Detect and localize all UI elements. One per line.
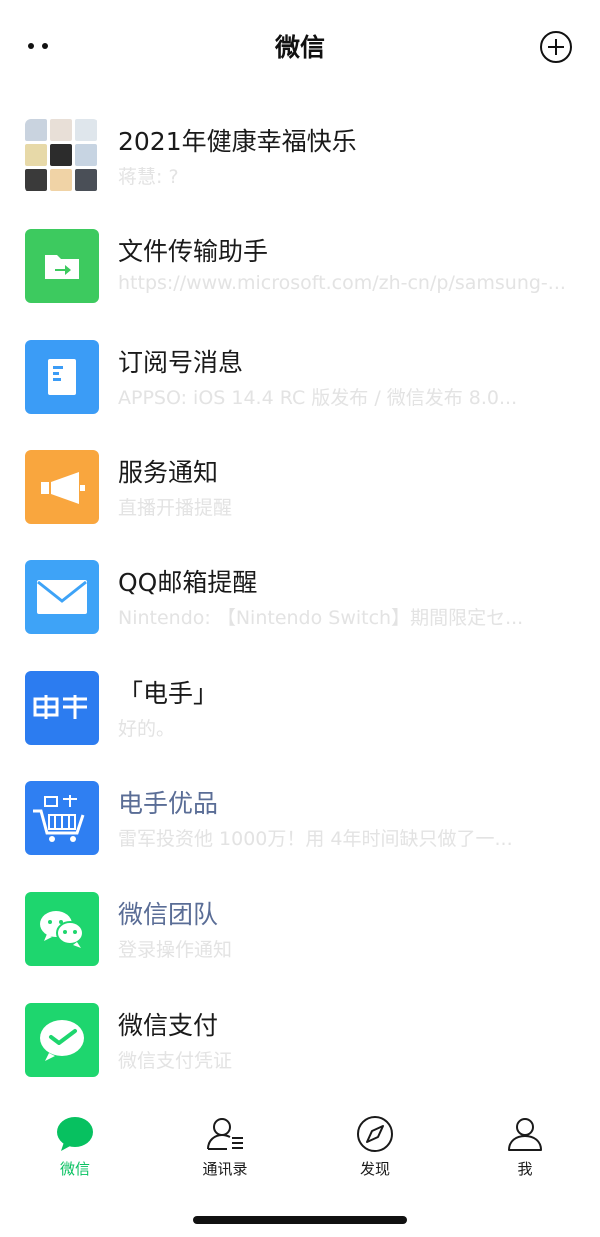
- page-title: 微信: [274, 33, 325, 62]
- wechat-logo: [25, 892, 99, 966]
- dianshou-cart-logo: [25, 781, 99, 855]
- chat-preview: 登录操作通知: [118, 939, 233, 961]
- megaphone-icon: [25, 450, 99, 524]
- chat-name: 微信团队: [118, 900, 219, 929]
- tab-chats[interactable]: 微信: [0, 1106, 150, 1190]
- dianshou-logo: [25, 671, 99, 745]
- chat-row-dianshou[interactable]: 「电手」 好的。: [0, 652, 600, 762]
- chat-row-wechat-team[interactable]: 微信团队 登录操作通知: [0, 873, 600, 983]
- bottom-tab-bar: 微信 通讯录 发现 我: [0, 1106, 600, 1190]
- chat-preview: 直播开播提醒: [118, 497, 233, 519]
- tab-label: 通讯录: [202, 1160, 248, 1178]
- article-icon: [25, 340, 99, 414]
- chat-name: 服务通知: [118, 458, 219, 487]
- folder-icon: [25, 229, 99, 303]
- tab-label: 微信: [59, 1160, 90, 1178]
- tab-discover[interactable]: 发现: [300, 1106, 450, 1190]
- mail-icon: [25, 560, 99, 634]
- chat-name: QQ邮箱提醒: [118, 568, 258, 597]
- chat-preview: Nintendo: 【Nintendo Switch】期間限定セ...: [118, 607, 524, 629]
- group-avatar: [25, 119, 99, 193]
- wechat-pay-logo: [25, 1003, 99, 1077]
- chat-name: 微信支付: [118, 1011, 219, 1040]
- chat-row-wechat-pay[interactable]: 微信支付 微信支付凭证: [0, 984, 600, 1094]
- chat-row-qq-mail[interactable]: QQ邮箱提醒 Nintendo: 【Nintendo Switch】期間限定セ.…: [0, 541, 600, 651]
- chat-row-group[interactable]: 2021年健康幸福快乐 蒋慧: ?: [0, 100, 600, 210]
- chat-name: 订阅号消息: [118, 348, 244, 377]
- plus-circle-icon: [540, 31, 572, 63]
- chat-row-file-transfer[interactable]: 文件传输助手 https://www.microsoft.com/zh-cn/p…: [0, 210, 600, 320]
- chat-name: 电手优品: [118, 789, 219, 818]
- tab-me[interactable]: 我: [450, 1106, 600, 1190]
- chat-name: 「电手」: [118, 679, 219, 708]
- chat-preview: https://www.microsoft.com/zh-cn/p/samsun…: [118, 272, 566, 294]
- chat-name: 2021年健康幸福快乐: [118, 127, 357, 156]
- chat-row-subscriptions[interactable]: 订阅号消息 APPSO: iOS 14.4 RC 版发布 / 微信发布 8.0.…: [0, 321, 600, 431]
- tab-contacts[interactable]: 通讯录: [150, 1106, 300, 1190]
- person-icon: [508, 1118, 542, 1151]
- tab-label: 我: [517, 1160, 533, 1178]
- compass-icon: [357, 1116, 393, 1152]
- contacts-icon: [207, 1118, 243, 1150]
- add-button[interactable]: [539, 30, 573, 64]
- tab-label: 发现: [359, 1160, 390, 1178]
- chat-bubble-icon: [57, 1117, 93, 1151]
- chat-name: 文件传输助手: [118, 237, 269, 266]
- chat-row-service-notice[interactable]: 服务通知 直播开播提醒: [0, 431, 600, 541]
- chat-preview: 好的。: [118, 718, 176, 740]
- chat-preview: APPSO: iOS 14.4 RC 版发布 / 微信发布 8.0...: [118, 387, 518, 409]
- chat-row-dianshou-youpin[interactable]: 电手优品 雷军投资他 1000万！用 4年时间缺只做了一...: [0, 762, 600, 872]
- chat-preview: 微信支付凭证: [118, 1050, 233, 1072]
- top-bar: 微信: [0, 0, 600, 92]
- home-indicator[interactable]: [193, 1216, 407, 1224]
- chat-preview: 蒋慧: ?: [118, 166, 179, 188]
- chat-preview: 雷军投资他 1000万！用 4年时间缺只做了一...: [118, 828, 513, 850]
